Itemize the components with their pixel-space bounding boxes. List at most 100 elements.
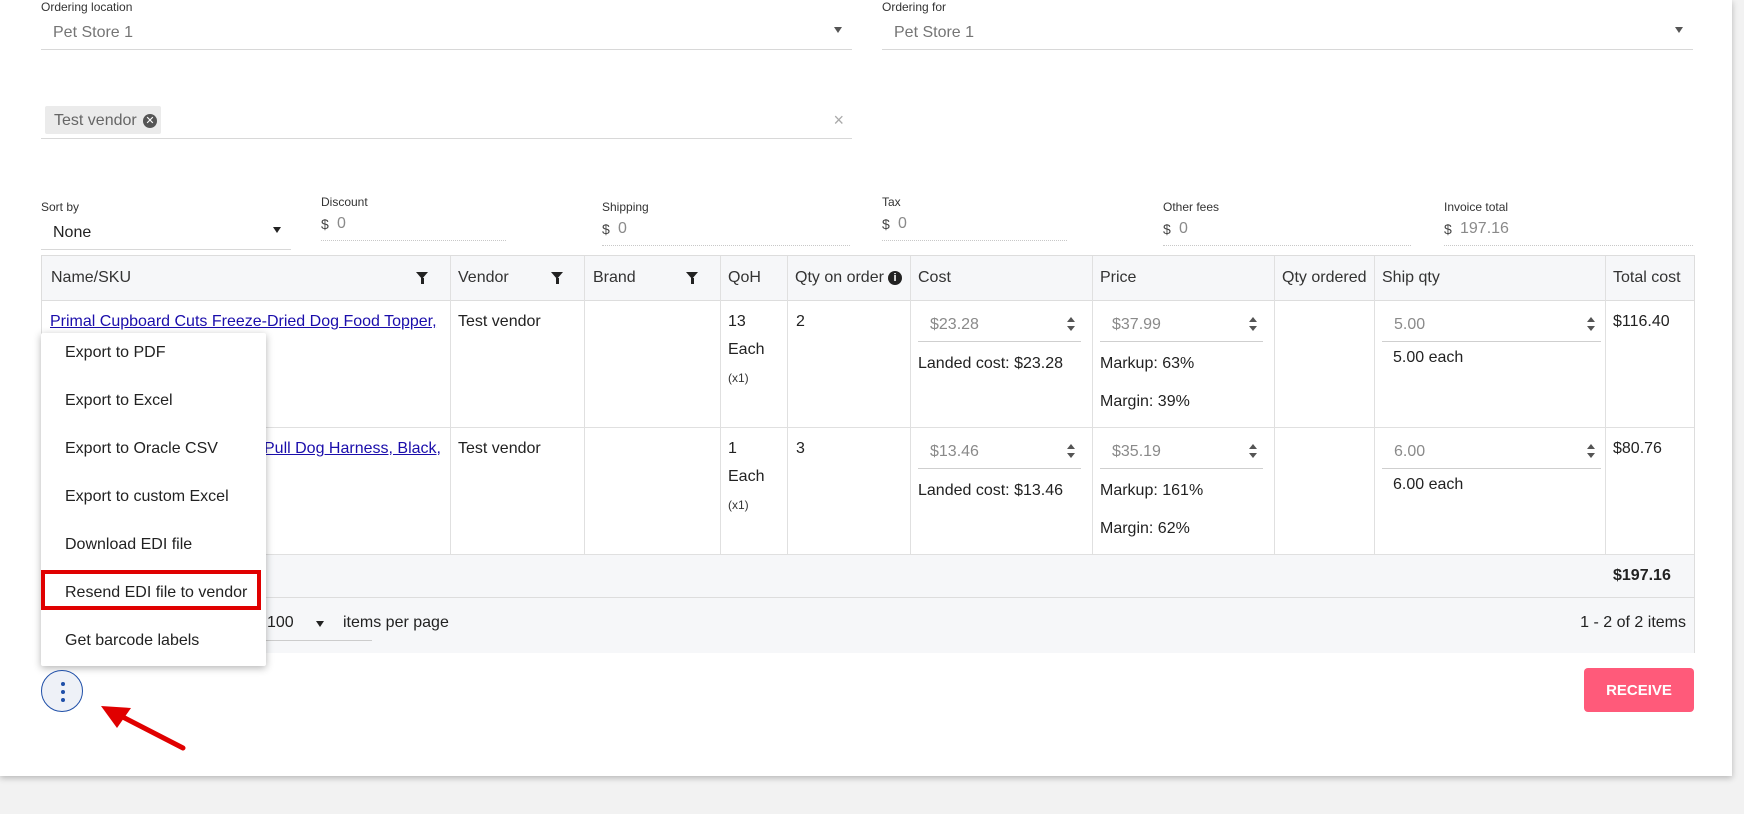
menu-item-export-excel[interactable]: Export to Excel bbox=[65, 392, 173, 410]
ordering-location-label: Ordering location bbox=[41, 0, 133, 14]
header-qoh[interactable]: QoH bbox=[728, 269, 761, 287]
header-total-cost[interactable]: Total cost bbox=[1613, 269, 1681, 287]
vendor-chip[interactable]: Test vendor ✕ bbox=[45, 106, 161, 134]
cost-input[interactable]: $23.28 bbox=[918, 309, 1081, 342]
qoh-value: 1 bbox=[728, 440, 737, 457]
more-actions-button[interactable] bbox=[41, 670, 83, 712]
filter-icon[interactable] bbox=[551, 272, 563, 284]
ship-qty-value: 5.00 bbox=[1394, 316, 1426, 333]
ordering-for-value: Pet Store 1 bbox=[894, 24, 975, 41]
pager-summary: 1 - 2 of 2 items bbox=[1580, 614, 1686, 631]
decrement-icon[interactable] bbox=[1587, 453, 1595, 458]
chevron-down-icon[interactable] bbox=[316, 621, 324, 627]
landed-cost: Landed cost: $13.46 bbox=[918, 482, 1064, 499]
ship-qty-input[interactable]: 5.00 bbox=[1382, 309, 1601, 342]
increment-icon[interactable] bbox=[1587, 444, 1595, 449]
clear-icon[interactable]: × bbox=[833, 110, 844, 131]
ordering-location-select[interactable]: Pet Store 1 bbox=[41, 16, 852, 50]
header-vendor[interactable]: Vendor bbox=[458, 269, 509, 287]
chevron-down-icon bbox=[273, 227, 281, 233]
currency-symbol: $ bbox=[321, 216, 329, 232]
header-cost[interactable]: Cost bbox=[918, 269, 951, 287]
sort-by-value: None bbox=[53, 224, 92, 241]
sort-by-select[interactable]: None bbox=[41, 216, 291, 250]
vendor-multiselect[interactable]: Test vendor ✕ × bbox=[41, 104, 852, 139]
dot bbox=[61, 690, 65, 694]
price-input[interactable]: $35.19 bbox=[1100, 436, 1263, 469]
other-fees-value: 0 bbox=[1179, 220, 1188, 237]
filter-icon[interactable] bbox=[416, 272, 428, 284]
ship-qty-value: 6.00 bbox=[1394, 443, 1426, 460]
item-link[interactable]: Pull Dog Harness, Black, bbox=[264, 440, 441, 458]
decrement-icon[interactable] bbox=[1249, 453, 1257, 458]
header-name-sku[interactable]: Name/SKU bbox=[51, 269, 131, 287]
pager: 100 items per page 1 - 2 of 2 items bbox=[42, 597, 1694, 653]
menu-item-export-custom-excel[interactable]: Export to custom Excel bbox=[65, 488, 229, 506]
increment-icon[interactable] bbox=[1587, 317, 1595, 322]
per-page-label: items per page bbox=[343, 614, 449, 631]
qoh-unit: Each bbox=[728, 341, 765, 358]
price-value: $35.19 bbox=[1112, 443, 1161, 460]
tax-value: 0 bbox=[898, 215, 907, 232]
filter-icon[interactable] bbox=[686, 272, 698, 284]
header-brand[interactable]: Brand bbox=[593, 269, 636, 287]
ship-each: 6.00 each bbox=[1393, 476, 1464, 493]
remove-chip-icon[interactable]: ✕ bbox=[143, 114, 157, 128]
decrement-icon[interactable] bbox=[1067, 453, 1075, 458]
decrement-icon[interactable] bbox=[1587, 326, 1595, 331]
totals-row bbox=[42, 555, 1694, 597]
decrement-icon[interactable] bbox=[1067, 326, 1075, 331]
header-price[interactable]: Price bbox=[1100, 269, 1136, 287]
menu-item-resend-edi[interactable]: Resend EDI file to vendor bbox=[65, 584, 247, 602]
price-value: $37.99 bbox=[1112, 316, 1161, 333]
shipping-input[interactable]: $ 0 bbox=[602, 211, 850, 246]
vendor-cell: Test vendor bbox=[458, 313, 541, 330]
menu-item-download-edi[interactable]: Download EDI file bbox=[65, 536, 192, 554]
receive-button[interactable]: RECEIVE bbox=[1584, 668, 1694, 712]
item-link[interactable]: Primal Cupboard Cuts Freeze-Dried Dog Fo… bbox=[50, 313, 437, 331]
cost-input[interactable]: $13.46 bbox=[918, 436, 1081, 469]
header-ship-qty[interactable]: Ship qty bbox=[1382, 269, 1440, 287]
increment-icon[interactable] bbox=[1067, 317, 1075, 322]
menu-item-export-pdf[interactable]: Export to PDF bbox=[65, 344, 165, 362]
tax-input[interactable]: $ 0 bbox=[882, 206, 1067, 241]
menu-item-export-oracle-csv[interactable]: Export to Oracle CSV bbox=[65, 440, 218, 458]
markup: Markup: 63% bbox=[1100, 355, 1195, 372]
landed-cost: Landed cost: $23.28 bbox=[918, 355, 1064, 372]
discount-input[interactable]: $ 0 bbox=[321, 206, 506, 241]
order-card: Ordering location Pet Store 1 Ordering f… bbox=[0, 0, 1732, 776]
price-input[interactable]: $37.99 bbox=[1100, 309, 1263, 342]
increment-icon[interactable] bbox=[1067, 444, 1075, 449]
header-qty-ordered[interactable]: Qty ordered bbox=[1282, 269, 1366, 287]
other-fees-input[interactable]: $ 0 bbox=[1163, 211, 1411, 246]
chevron-down-icon bbox=[834, 27, 842, 33]
total-cost-cell: $80.76 bbox=[1613, 440, 1662, 457]
invoice-total-value: 197.16 bbox=[1460, 220, 1509, 237]
total-cost-cell: $116.40 bbox=[1613, 313, 1670, 330]
qoh-multiplier: (x1) bbox=[728, 371, 749, 385]
currency-symbol: $ bbox=[602, 221, 610, 237]
shipping-value: 0 bbox=[618, 220, 627, 237]
row-divider bbox=[42, 427, 1694, 428]
ship-qty-input[interactable]: 6.00 bbox=[1382, 436, 1601, 469]
ship-each: 5.00 each bbox=[1393, 349, 1464, 366]
info-icon[interactable]: i bbox=[888, 271, 902, 285]
ordering-for-label: Ordering for bbox=[882, 0, 947, 14]
ordering-for-select[interactable]: Pet Store 1 bbox=[882, 16, 1693, 50]
chevron-down-icon bbox=[1675, 27, 1683, 33]
increment-icon[interactable] bbox=[1249, 317, 1257, 322]
margin: Margin: 62% bbox=[1100, 520, 1190, 537]
increment-icon[interactable] bbox=[1249, 444, 1257, 449]
order-items-grid: Name/SKU Vendor Brand QoH Qty on order i… bbox=[41, 255, 1695, 653]
qty-on-order-value: 2 bbox=[796, 313, 805, 330]
menu-item-barcode-labels[interactable]: Get barcode labels bbox=[65, 632, 199, 650]
currency-symbol: $ bbox=[1163, 221, 1171, 237]
sort-by-label: Sort by bbox=[41, 200, 80, 214]
header-qty-on-order[interactable]: Qty on order bbox=[795, 269, 884, 287]
qoh-unit: Each bbox=[728, 468, 765, 485]
dot bbox=[61, 698, 65, 702]
decrement-icon[interactable] bbox=[1249, 326, 1257, 331]
discount-value: 0 bbox=[337, 215, 346, 232]
currency-symbol: $ bbox=[882, 216, 890, 232]
annotation-arrow-icon bbox=[101, 706, 186, 751]
